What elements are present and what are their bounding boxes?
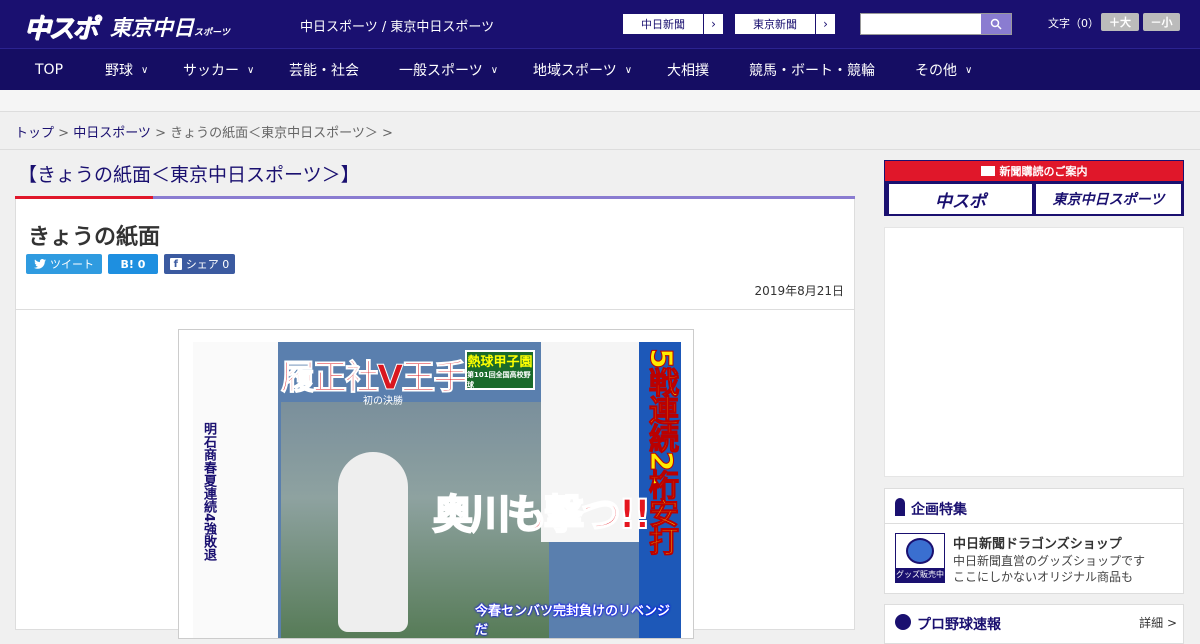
dragons-shop-link[interactable]: 中日新聞ドラゴンズショップ bbox=[953, 533, 1122, 552]
tokyo-chunichi-logo-text: 東京中日 bbox=[110, 16, 194, 40]
font-larger-button[interactable]: ＋大 bbox=[1101, 13, 1139, 31]
breadcrumb-separator: > bbox=[150, 126, 171, 141]
search-icon bbox=[990, 18, 1002, 30]
nav-item-baseball[interactable]: 野球 ∨ bbox=[105, 49, 148, 91]
nav-item-local-sports[interactable]: 地域スポーツ ∨ bbox=[533, 49, 632, 91]
page-heading: 【きょうの紙面＜東京中日スポーツ＞】 bbox=[18, 164, 360, 186]
breadcrumb-current: きょうの紙面＜東京中日スポーツ＞ bbox=[170, 126, 378, 141]
article-card: きょうの紙面 ツイート B! 0 f シェア 0 2019年8月21日 明石商春… bbox=[15, 199, 855, 639]
nav-item-label: TOP bbox=[35, 62, 64, 78]
feature-header-label: 企画特集 bbox=[911, 502, 967, 518]
search-button[interactable] bbox=[981, 14, 1011, 34]
ad-strip bbox=[0, 90, 1200, 112]
newspaper-subheadline: 初の決勝 bbox=[363, 396, 403, 407]
subscription-promo[interactable]: 新聞購読のご案内 中スポ 東京中日スポーツ bbox=[884, 160, 1184, 216]
chevron-right-icon: › bbox=[815, 14, 835, 34]
nav-item-label: 野球 bbox=[105, 63, 133, 79]
tokyo-shimbun-link[interactable]: 東京新聞 › bbox=[734, 13, 836, 35]
tweet-button[interactable]: ツイート bbox=[26, 254, 102, 274]
subscription-promo-header: 新聞購読のご案内 bbox=[885, 161, 1183, 181]
chunichi-shimbun-label: 中日新聞 bbox=[641, 18, 685, 31]
pro-baseball-box: プロ野球速報 詳細 > bbox=[884, 604, 1184, 644]
hatena-bookmark-button[interactable]: B! 0 bbox=[108, 254, 158, 274]
nav-item-other[interactable]: その他 ∨ bbox=[915, 49, 972, 91]
goods-sale-label: グッズ販売中 bbox=[896, 568, 944, 582]
card-divider bbox=[16, 309, 854, 310]
description-line: 中日新聞直営のグッズショップです bbox=[953, 554, 1146, 568]
breadcrumb-top[interactable]: トップ bbox=[15, 126, 54, 141]
nav-item-label: サッカー bbox=[183, 63, 239, 79]
nav-item-general-sports[interactable]: 一般スポーツ ∨ bbox=[399, 49, 498, 91]
subscription-promo-label: 新聞購読のご案内 bbox=[999, 165, 1088, 178]
chevron-down-icon: ∨ bbox=[965, 64, 973, 76]
font-smaller-button[interactable]: －小 bbox=[1143, 13, 1180, 31]
pro-baseball-detail-link[interactable]: 詳細 > bbox=[1139, 614, 1177, 631]
pro-baseball-title: プロ野球速報 bbox=[917, 617, 1001, 633]
nav-item-racing[interactable]: 競馬・ボート・競輪 bbox=[749, 49, 875, 91]
nav-item-soccer[interactable]: サッカー ∨ bbox=[183, 49, 254, 91]
newspaper-caption: 今春センバツ完封負けのリベンジだ bbox=[475, 604, 671, 638]
breadcrumb-chunichi-sports[interactable]: 中日スポーツ bbox=[73, 126, 151, 141]
chevron-down-icon: ∨ bbox=[141, 64, 149, 76]
site-tagline: 中日スポーツ / 東京中日スポーツ bbox=[300, 20, 495, 35]
promo-chuspo[interactable]: 中スポ bbox=[889, 184, 1032, 214]
nav-item-label: 地域スポーツ bbox=[533, 63, 617, 79]
newspaper-image-area: 明石商春夏連続4強敗退 履正社V王手 初の決勝 熱球甲子園 第101回全国高校野… bbox=[193, 342, 681, 638]
facebook-share-button[interactable]: f シェア 0 bbox=[164, 254, 235, 274]
chevron-down-icon: ∨ bbox=[624, 64, 633, 76]
promo-tokyo-chunichi[interactable]: 東京中日スポーツ bbox=[1036, 184, 1181, 214]
top-bar: 中スポ 東京中日スポーツ 中日スポーツ / 東京中日スポーツ 中日新聞 › 東京… bbox=[0, 0, 1200, 48]
chevron-down-icon: ∨ bbox=[490, 64, 499, 76]
nav-item-label: 競馬・ボート・競輪 bbox=[749, 63, 875, 79]
chevron-right-icon: › bbox=[703, 14, 723, 34]
article-date: 2019年8月21日 bbox=[754, 284, 844, 298]
article-title: きょうの紙面 bbox=[28, 225, 161, 250]
chunichi-shimbun-link[interactable]: 中日新聞 › bbox=[622, 13, 724, 35]
nav-item-entertainment[interactable]: 芸能・社会 bbox=[289, 49, 359, 91]
twitter-bird-icon bbox=[34, 259, 46, 269]
newspaper-front-page-image[interactable]: 明石商春夏連続4強敗退 履正社V王手 初の決勝 熱球甲子園 第101回全国高校野… bbox=[178, 329, 694, 639]
nav-item-label: 一般スポーツ bbox=[399, 63, 483, 79]
batter-figure bbox=[338, 452, 408, 632]
feature-header: 企画特集 bbox=[885, 489, 1183, 524]
description-line: ここにしかないオリジナル商品も bbox=[953, 570, 1134, 584]
newspaper-secondary-headline: 奥川も撃つ!! bbox=[432, 491, 652, 539]
tweet-label: ツイート bbox=[50, 258, 94, 271]
tokyo-chunichi-logo[interactable]: 東京中日スポーツ bbox=[110, 12, 230, 42]
koshien-badge-sub: 第101回全国高校野球 bbox=[467, 370, 531, 389]
facebook-icon: f bbox=[169, 258, 182, 270]
sidebar-ad-area bbox=[884, 227, 1184, 477]
tokyo-chunichi-logo-small: スポーツ bbox=[194, 28, 230, 38]
tokyo-shimbun-label: 東京新聞 bbox=[753, 18, 797, 31]
koshien-badge-title: 熱球甲子園 bbox=[467, 354, 533, 370]
newspaper-left-column: 明石商春夏連続4強敗退 bbox=[193, 342, 278, 638]
baseball-icon bbox=[895, 614, 911, 630]
breadcrumb-separator: > bbox=[377, 126, 393, 141]
dragons-shop-thumbnail[interactable]: グッズ販売中 bbox=[895, 533, 945, 583]
ribbon-icon bbox=[895, 498, 905, 516]
nav-item-top[interactable]: TOP bbox=[35, 49, 63, 91]
nav-item-sumo[interactable]: 大相撲 bbox=[667, 49, 709, 91]
search-input[interactable] bbox=[861, 14, 981, 34]
chuspo-logo[interactable]: 中スポ bbox=[24, 8, 98, 45]
breadcrumb: トップ > 中日スポーツ > きょうの紙面＜東京中日スポーツ＞ > bbox=[0, 112, 1200, 150]
nav-item-label: 芸能・社会 bbox=[289, 63, 359, 79]
search-box bbox=[860, 13, 1012, 35]
newspaper-left-headline: 明石商春夏連続4強敗退 bbox=[201, 422, 216, 562]
nav-item-label: その他 bbox=[915, 63, 957, 79]
breadcrumb-separator: > bbox=[54, 126, 74, 141]
koshien-badge: 熱球甲子園 第101回全国高校野球 bbox=[465, 350, 535, 390]
facebook-share-label: シェア 0 bbox=[185, 258, 230, 271]
nav-item-label: 大相撲 bbox=[667, 63, 709, 79]
mascot-icon bbox=[906, 538, 934, 564]
chevron-down-icon: ∨ bbox=[247, 64, 255, 76]
main-nav: TOP 野球 ∨ サッカー ∨ 芸能・社会 一般スポーツ ∨ 地域スポーツ ∨ 大相撲 … bbox=[0, 48, 1200, 90]
newspaper-icon bbox=[980, 166, 995, 176]
dragons-shop-description: 中日新聞直営のグッズショップです ここにしかないオリジナル商品も bbox=[953, 553, 1145, 585]
feature-box: 企画特集 グッズ販売中 中日新聞ドラゴンズショップ 中日新聞直営のグッズショップ… bbox=[884, 488, 1184, 594]
font-size-label: 文字（0） bbox=[1048, 17, 1099, 30]
